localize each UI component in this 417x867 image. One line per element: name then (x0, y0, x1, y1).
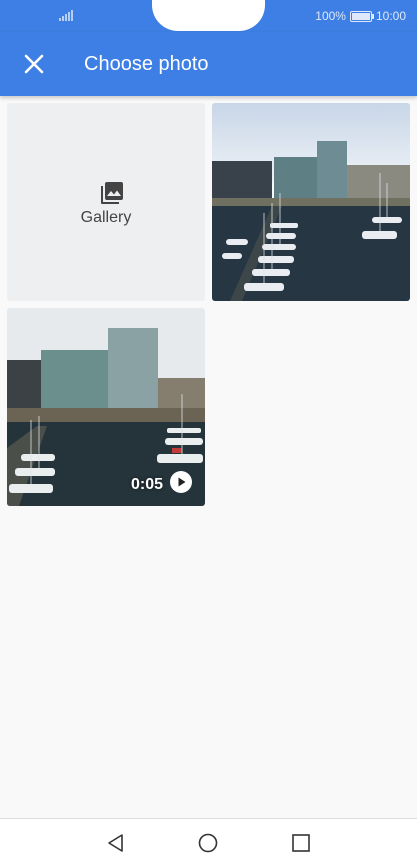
video-thumbnail[interactable]: 0:05 (7, 308, 205, 506)
battery-level-fill (351, 12, 370, 20)
battery-percent: 100% (315, 9, 346, 23)
page-title: Choose photo (84, 53, 209, 75)
status-right: 100% 10:00 (315, 9, 406, 23)
signal-bars-icon (59, 10, 73, 21)
display-notch (152, 0, 265, 31)
play-icon (170, 471, 192, 493)
app-bar: Choose photo (0, 32, 417, 96)
photo-library-icon (101, 182, 123, 204)
system-nav-bar (0, 818, 417, 867)
back-triangle-icon[interactable] (104, 831, 128, 855)
gallery-tile[interactable]: Gallery (7, 103, 205, 301)
home-circle-icon[interactable] (196, 831, 220, 855)
recents-square-icon[interactable] (289, 831, 313, 855)
battery-icon (349, 10, 374, 22)
marina-photo (212, 103, 410, 301)
photo-thumbnail[interactable] (212, 103, 410, 301)
video-duration: 0:05 (130, 476, 163, 493)
clock: 10:00 (375, 9, 406, 23)
status-bar: 100% 10:00 (0, 0, 417, 32)
gallery-label: Gallery (80, 209, 132, 226)
close-button[interactable] (14, 44, 54, 84)
close-icon (24, 54, 44, 74)
